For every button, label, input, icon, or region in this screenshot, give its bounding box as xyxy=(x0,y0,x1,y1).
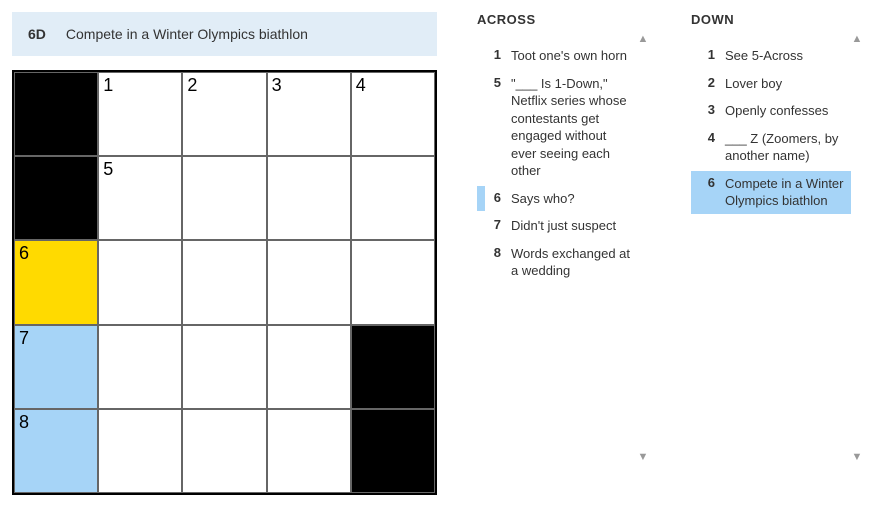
cell-number: 1 xyxy=(103,75,113,96)
cell-number: 4 xyxy=(356,75,366,96)
clue-text: "___ Is 1-Down," Netflix series whose co… xyxy=(511,75,633,180)
grid-cell[interactable] xyxy=(182,409,266,493)
grid-cell xyxy=(351,325,435,409)
clue-text: Didn't just suspect xyxy=(511,217,616,235)
clue-text: Compete in a Winter Olympics biathlon xyxy=(725,175,847,210)
clue-item[interactable]: 7 Didn't just suspect xyxy=(477,213,637,239)
down-heading: DOWN xyxy=(691,12,865,27)
clue-text: Toot one's own horn xyxy=(511,47,627,65)
clue-number: 5 xyxy=(485,75,501,180)
clue-number: 1 xyxy=(485,47,501,65)
down-column: DOWN ▲ 1 See 5-Across 2 Lover boy 3 Openly co… xyxy=(691,12,865,463)
current-clue-text: Compete in a Winter Olympics biathlon xyxy=(66,26,308,42)
clue-number: 6 xyxy=(485,190,501,208)
grid-cell xyxy=(351,409,435,493)
across-column: ACROSS ▲ 1 Toot one's own horn 5"___ Is 1-… xyxy=(477,12,651,463)
clue-item[interactable]: 5"___ Is 1-Down," Netflix series whose c… xyxy=(477,71,637,184)
grid-cell[interactable]: 8 xyxy=(14,409,98,493)
cell-number: 5 xyxy=(103,159,113,180)
grid-cell[interactable] xyxy=(267,240,351,324)
grid-cell[interactable] xyxy=(267,409,351,493)
clue-item[interactable]: 1 See 5-Across xyxy=(691,43,851,69)
clue-item[interactable]: 8 Words exchanged at a wedding xyxy=(477,241,637,284)
cell-number: 2 xyxy=(187,75,197,96)
down-clue-list: 1 See 5-Across 2 Lover boy 3 Openly confesses… xyxy=(691,33,865,463)
grid-cell[interactable] xyxy=(351,240,435,324)
cell-number: 7 xyxy=(19,328,29,349)
current-clue-bar: 6D Compete in a Winter Olympics biathlon xyxy=(12,12,437,56)
clue-item[interactable]: 2 Lover boy xyxy=(691,71,851,97)
grid-cell[interactable] xyxy=(182,325,266,409)
grid-cell[interactable]: 6 xyxy=(14,240,98,324)
grid-cell[interactable] xyxy=(98,240,182,324)
cell-number: 3 xyxy=(272,75,282,96)
clue-item[interactable]: 6 Says who? xyxy=(477,186,637,212)
grid-cell[interactable]: 4 xyxy=(351,72,435,156)
grid-cell[interactable] xyxy=(182,156,266,240)
cell-number: 8 xyxy=(19,412,29,433)
grid-cell[interactable]: 1 xyxy=(98,72,182,156)
grid-cell[interactable] xyxy=(267,156,351,240)
across-clue-list: 1 Toot one's own horn 5"___ Is 1-Down," Ne… xyxy=(477,33,651,463)
clue-text: See 5-Across xyxy=(725,47,803,65)
grid-cell[interactable] xyxy=(98,409,182,493)
clue-text: Words exchanged at a wedding xyxy=(511,245,633,280)
grid-cell[interactable] xyxy=(267,325,351,409)
clue-number: 2 xyxy=(699,75,715,93)
cell-number: 6 xyxy=(19,243,29,264)
current-clue-id: 6D xyxy=(28,26,46,42)
grid-cell[interactable]: 2 xyxy=(182,72,266,156)
scroll-down-icon[interactable]: ▼ xyxy=(637,451,649,463)
clue-item[interactable]: 4 ___ Z (Zoomers, by another name) xyxy=(691,126,851,169)
grid-cell[interactable]: 5 xyxy=(98,156,182,240)
scroll-down-icon[interactable]: ▼ xyxy=(851,451,863,463)
clue-number: 4 xyxy=(699,130,715,165)
grid-cell[interactable] xyxy=(98,325,182,409)
clue-number: 6 xyxy=(699,175,715,210)
clue-text: Openly confesses xyxy=(725,102,828,120)
clue-text: Says who? xyxy=(511,190,575,208)
clue-number: 7 xyxy=(485,217,501,235)
scroll-up-icon[interactable]: ▲ xyxy=(637,33,649,45)
grid-cell[interactable]: 3 xyxy=(267,72,351,156)
scroll-up-icon[interactable]: ▲ xyxy=(851,33,863,45)
clue-item[interactable]: 3 Openly confesses xyxy=(691,98,851,124)
clue-item[interactable]: 6 Compete in a Winter Olympics biathlon xyxy=(691,171,851,214)
grid-cell xyxy=(14,72,98,156)
crossword-grid[interactable]: 1 2 3 4 5 6 7 8 xyxy=(12,70,437,495)
clue-number: 1 xyxy=(699,47,715,65)
grid-cell[interactable]: 7 xyxy=(14,325,98,409)
clue-item[interactable]: 1 Toot one's own horn xyxy=(477,43,637,69)
clue-text: Lover boy xyxy=(725,75,782,93)
grid-cell xyxy=(14,156,98,240)
across-heading: ACROSS xyxy=(477,12,651,27)
grid-cell[interactable] xyxy=(182,240,266,324)
clue-number: 8 xyxy=(485,245,501,280)
grid-cell[interactable] xyxy=(351,156,435,240)
clue-number: 3 xyxy=(699,102,715,120)
clue-text: ___ Z (Zoomers, by another name) xyxy=(725,130,847,165)
